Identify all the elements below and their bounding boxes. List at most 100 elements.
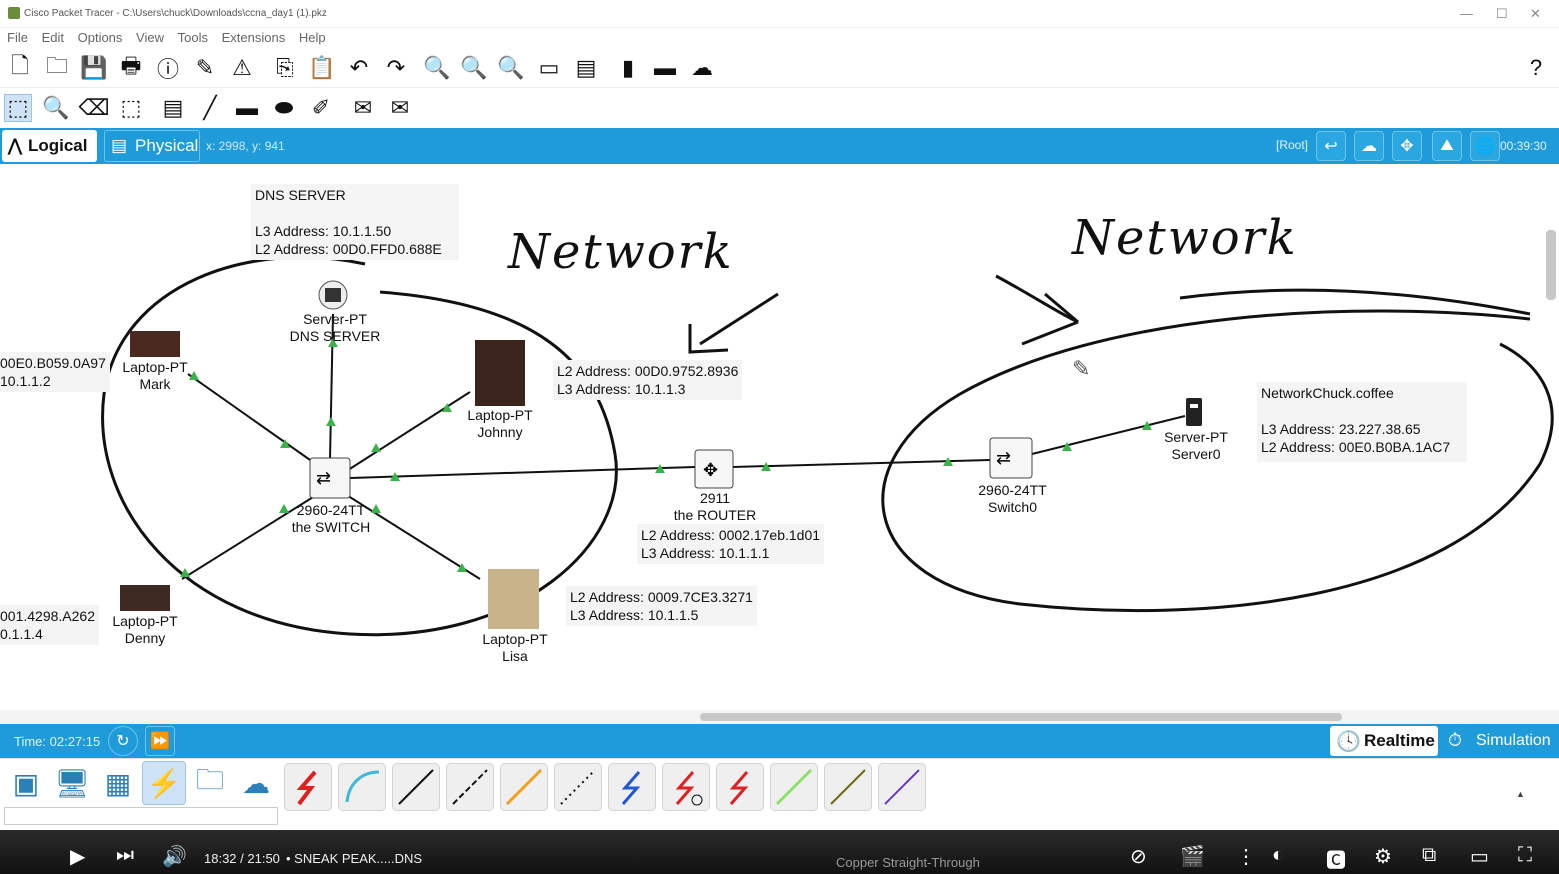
save-icon[interactable]: 💾 [80,54,108,82]
menu-file[interactable]: File [7,30,28,45]
cable-usb-icon[interactable] [878,763,926,811]
fullscreen-icon[interactable]: ⛶ [1518,844,1532,867]
custom-device-icon[interactable]: ▤ [572,54,600,82]
redo-icon[interactable]: ↷ [382,54,410,82]
complex-pdu-icon[interactable]: ✉ [386,94,414,122]
new-file-icon[interactable]: 🗋 [6,53,34,82]
undo-icon[interactable]: ↶ [345,54,373,82]
cable-serial-dte-icon[interactable] [716,763,764,811]
cable-serial-dce-icon[interactable] [662,763,710,811]
network-devices-icon[interactable]: ▣ [4,761,48,805]
minimize-icon[interactable]: — [1460,6,1473,21]
zoom-in-icon[interactable]: 🔍 [423,54,451,82]
connections-icon[interactable]: ⚡ [142,761,186,805]
cable-auto-icon[interactable] [284,763,332,811]
play-icon[interactable]: ▶ [70,844,85,869]
device-search-input[interactable] [4,807,278,825]
paste-icon[interactable]: 📋 [308,54,336,82]
draw-line-icon[interactable]: ╱ [196,94,224,122]
menu-help[interactable]: Help [299,30,326,45]
print-icon[interactable]: 🖶 [117,53,145,82]
move-object-icon[interactable]: ✥ [1392,131,1422,161]
drawing-palette-icon[interactable]: ▭ [535,54,563,82]
menu-tools[interactable]: Tools [178,30,208,45]
copy-icon[interactable]: ⎘ [271,54,299,82]
inspect-icon[interactable]: 🔍 [42,94,70,122]
end-devices-icon[interactable]: 🖥 [50,761,94,805]
activity-wizard-icon[interactable]: ✎ [191,54,219,82]
next-icon[interactable]: ⏭ [116,844,134,867]
palette-icon[interactable]: ▮ [614,54,642,82]
menu-extensions[interactable]: Extensions [222,30,286,45]
draw-ellipse-icon[interactable]: ⬬ [270,94,298,122]
misc-icon[interactable]: 🗀 [188,761,232,805]
cable-octal-icon[interactable] [770,763,818,811]
zoom-reset-icon[interactable]: 🔍 [460,54,488,82]
select-icon[interactable]: ⬚ [4,94,32,122]
cable-coaxial-icon[interactable] [608,763,656,811]
clip-icon[interactable]: 🎬 [1180,844,1205,869]
realtime-button[interactable]: 🕓 Realtime [1330,726,1438,756]
network-info-icon[interactable]: ⚠ [228,54,256,82]
simulation-button[interactable]: ⏱ Simulation [1444,726,1556,756]
workspace-bar: ⋀ Logical ▤ Physical x: 2998, y: 941 [Ro… [0,128,1559,164]
note-icon[interactable]: ▤ [159,94,187,122]
tab-physical[interactable]: ▤ Physical [104,130,200,162]
draw-rectangle-icon[interactable]: ▬ [233,94,261,122]
background-image-icon[interactable]: ⛰ [1432,131,1462,161]
scroll-thumb[interactable] [700,713,1342,721]
vertical-scrollbar[interactable] [1546,230,1556,300]
cable-fiber-icon[interactable] [500,763,548,811]
cluster-icon[interactable]: ▬ [651,54,679,82]
tab-physical-label: Physical [135,136,199,155]
simple-pdu-icon[interactable]: ✉ [349,94,377,122]
window-title: Cisco Packet Tracer - C:\Users\chuck\Dow… [24,8,327,19]
dns-title: DNS SERVER [255,187,346,203]
menu-edit[interactable]: Edit [42,30,64,45]
cable-crossover-icon[interactable] [446,763,494,811]
viewport-globe-icon[interactable]: 🌐 [1470,131,1500,161]
close-icon[interactable]: ✕ [1530,6,1541,22]
settings-icon[interactable]: ⚙ [1374,844,1392,869]
cable-straight-through-icon[interactable] [392,763,440,811]
logical-workspace[interactable]: ⇄ ✥ ⇄ DNS SERVER L3 Address: 10.1.1.50 L… [0,164,1559,710]
fast-forward-icon[interactable]: ⏩ [145,726,175,756]
hand-arrow-right [995,274,1079,346]
viewport-icon[interactable]: ☁ [688,54,716,82]
cable-phone-icon[interactable] [554,763,602,811]
open-folder-icon[interactable]: 🗀 [43,53,71,82]
clock-icon: 🕓 [1336,731,1361,753]
resize-icon[interactable]: ⬚ [117,94,145,122]
info-icon[interactable]: ⓘ [154,54,182,82]
delete-icon[interactable]: ⌫ [78,94,109,122]
power-cycle-icon[interactable]: ↻ [108,726,138,756]
johnny-label: Laptop-PT Johnny [467,407,533,440]
autoplay-toggle-icon[interactable]: ◐ [1272,844,1284,867]
zoom-out-icon[interactable]: 🔍 [497,54,525,82]
miniplayer-icon[interactable]: ⧉ [1422,844,1436,867]
theater-icon[interactable]: ▭ [1470,844,1489,869]
cable-iot-icon[interactable] [824,763,872,811]
laptop-denny-image[interactable] [120,585,170,611]
cable-console-icon[interactable] [338,763,386,811]
menu-view[interactable]: View [136,30,164,45]
maximize-icon[interactable]: ☐ [1496,6,1508,22]
new-cluster-icon[interactable]: ☁ [1354,131,1384,161]
laptop-lisa-image[interactable] [488,569,539,629]
volume-icon[interactable]: 🔊 [162,844,187,869]
menu-options[interactable]: Options [78,30,123,45]
tab-logical[interactable]: ⋀ Logical [2,130,97,162]
multiuser-icon[interactable]: ☁ [234,761,278,805]
laptop-johnny-image[interactable] [475,340,525,406]
back-icon[interactable]: ↩ [1316,131,1346,161]
horizontal-scrollbar[interactable] [0,710,1559,724]
video-chapter[interactable]: • SNEAK PEAK.....DNS [286,851,422,866]
subtitles-icon[interactable]: 🅲 [1326,844,1346,873]
autoplay-ads-icon[interactable]: ⊘ [1130,844,1147,869]
help-icon[interactable]: ? [1522,54,1550,82]
switch-label: 2960-24TT the SWITCH [291,502,371,535]
freeform-icon[interactable]: ✐ [307,94,335,122]
laptop-mark-image[interactable] [130,331,180,357]
components-icon[interactable]: ▦ [96,761,140,805]
more-icon[interactable]: ⋮ [1236,844,1256,869]
